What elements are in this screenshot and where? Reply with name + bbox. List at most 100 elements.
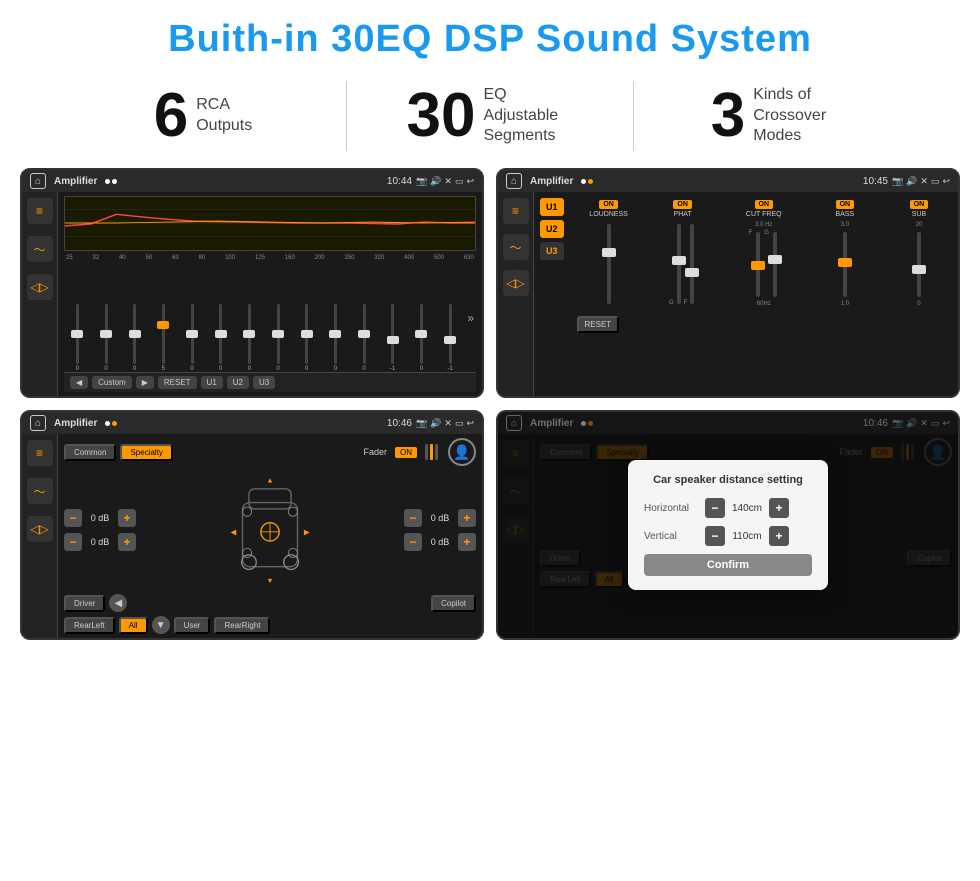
- stat-number-rca: 6: [154, 85, 188, 147]
- dialog-overlay: Car speaker distance setting Horizontal …: [498, 412, 958, 638]
- preset-u2[interactable]: U2: [540, 220, 564, 238]
- amp-dot2: [588, 179, 593, 184]
- fader-filter-btn[interactable]: ≡: [27, 440, 53, 466]
- preset-u1[interactable]: U1: [540, 198, 564, 216]
- down-nav[interactable]: ▼: [152, 616, 170, 634]
- slider-3: 0: [121, 304, 148, 372]
- amp-vol-btn[interactable]: ◁▷: [503, 270, 529, 296]
- eq-vol-btn[interactable]: ◁▷: [27, 274, 53, 300]
- db-minus-1[interactable]: −: [64, 509, 82, 527]
- amp-presets: U1 U2 U3: [534, 192, 570, 396]
- bass-on: ON: [836, 200, 855, 209]
- stat-text-eq: EQ AdjustableSegments: [483, 85, 573, 147]
- db-plus-4[interactable]: +: [458, 533, 476, 551]
- fader-bottom-2: RearLeft All ▼ User RearRight: [64, 616, 476, 634]
- dialog-box: Car speaker distance setting Horizontal …: [628, 460, 828, 590]
- db-minus-4[interactable]: −: [404, 533, 422, 551]
- db-plus-2[interactable]: +: [118, 533, 136, 551]
- vertical-stepper: − 110cm +: [705, 526, 789, 546]
- prev-btn[interactable]: ◀: [70, 376, 88, 389]
- horizontal-stepper: − 140cm +: [705, 498, 789, 518]
- db-minus-3[interactable]: −: [404, 509, 422, 527]
- fader-volume-icon: 🔊: [430, 418, 441, 429]
- db-val-4: 0 dB: [426, 537, 454, 547]
- slider-11: 0: [351, 304, 378, 372]
- amp-screen-title: Amplifier: [530, 176, 573, 187]
- fader-window-icon: ▭: [455, 418, 464, 429]
- amp-status-icons: 📷 🔊 ✕ ▭ ↩: [892, 176, 950, 187]
- dot2: [112, 179, 117, 184]
- eq-wave-btn[interactable]: 〜: [27, 236, 53, 262]
- eq-graph-svg: [65, 197, 475, 250]
- amp-main: ON LOUDNESS ON PHAT G: [570, 192, 958, 396]
- fader-close-icon: ✕: [444, 418, 452, 429]
- u3-btn[interactable]: U3: [253, 376, 275, 389]
- left-nav[interactable]: ◀: [109, 594, 127, 612]
- fader-content: − 0 dB + − 0 dB +: [64, 470, 476, 590]
- specialty-tab[interactable]: Specialty: [120, 444, 172, 461]
- phat-label: PHAT: [674, 211, 692, 218]
- amp-filter-btn[interactable]: ≡: [503, 198, 529, 224]
- slider-13: 0: [408, 304, 435, 372]
- amp-back-icon: ↩: [942, 176, 950, 187]
- vertical-minus[interactable]: −: [705, 526, 725, 546]
- svg-text:▶: ▶: [304, 528, 310, 537]
- db-plus-1[interactable]: +: [118, 509, 136, 527]
- home-icon[interactable]: [30, 173, 46, 189]
- fader-status-bar: Amplifier 10:46 📷 🔊 ✕ ▭ ↩: [22, 412, 482, 434]
- custom-btn[interactable]: Custom: [92, 376, 132, 389]
- fader-wave-btn[interactable]: 〜: [27, 478, 53, 504]
- horizontal-minus[interactable]: −: [705, 498, 725, 518]
- amp-status-bar: Amplifier 10:45 📷 🔊 ✕ ▭ ↩: [498, 170, 958, 192]
- amp-wave-btn[interactable]: 〜: [503, 234, 529, 260]
- horizontal-plus[interactable]: +: [769, 498, 789, 518]
- eq-status-bar: Amplifier 10:44 📷 🔊 ✕ ▭ ↩: [22, 170, 482, 192]
- amp-status-dots: [581, 179, 593, 184]
- preset-u3[interactable]: U3: [540, 242, 564, 260]
- eq-main: 25 32 40 50 63 80 100 125 160 200 250 32…: [58, 192, 482, 396]
- play-btn[interactable]: ▶: [136, 376, 154, 389]
- copilot-btn[interactable]: Copilot: [431, 595, 476, 612]
- db-val-1: 0 dB: [86, 513, 114, 523]
- amp-screen: Amplifier 10:45 📷 🔊 ✕ ▭ ↩ ≡ 〜 ◁▷ U1: [496, 168, 960, 398]
- dot1: [105, 179, 110, 184]
- user-btn[interactable]: User: [174, 617, 211, 634]
- eq-next-btn[interactable]: »: [465, 311, 476, 325]
- dialog-title: Car speaker distance setting: [644, 474, 812, 486]
- driver-btn[interactable]: Driver: [64, 595, 105, 612]
- freq-630: 630: [464, 255, 474, 261]
- rearright-btn[interactable]: RearRight: [214, 617, 270, 634]
- db-plus-3[interactable]: +: [458, 509, 476, 527]
- all-btn[interactable]: All: [119, 617, 148, 634]
- slider-2: 0: [93, 304, 120, 372]
- rearleft-btn[interactable]: RearLeft: [64, 617, 115, 634]
- close-icon: ✕: [444, 176, 452, 187]
- fader-main: Common Specialty Fader ON 👤: [58, 434, 482, 638]
- fader-home-icon[interactable]: [30, 415, 46, 431]
- amp-reset-btn[interactable]: RESET: [577, 316, 620, 333]
- reset-btn[interactable]: RESET: [158, 376, 197, 389]
- fader-time: 10:46: [387, 418, 412, 429]
- u1-btn[interactable]: U1: [201, 376, 223, 389]
- db-minus-2[interactable]: −: [64, 533, 82, 551]
- amp-body: ≡ 〜 ◁▷ U1 U2 U3 ON LOUDNESS: [498, 192, 958, 396]
- confirm-button[interactable]: Confirm: [644, 554, 812, 576]
- eq-time: 10:44: [387, 176, 412, 187]
- car-svg: ▲ ▼ ◀ ▶: [225, 475, 315, 585]
- eq-filter-btn[interactable]: ≡: [27, 198, 53, 224]
- amp-home-icon[interactable]: [506, 173, 522, 189]
- freq-80: 80: [199, 255, 206, 261]
- u2-btn[interactable]: U2: [227, 376, 249, 389]
- vertical-plus[interactable]: +: [769, 526, 789, 546]
- fader-vol-btn[interactable]: ◁▷: [27, 516, 53, 542]
- vertical-value: 110cm: [729, 531, 765, 542]
- svg-text:◀: ◀: [231, 528, 237, 537]
- freq-25: 25: [66, 255, 73, 261]
- freq-32: 32: [93, 255, 100, 261]
- stat-text-rca: RCAOutputs: [196, 95, 252, 137]
- common-tab[interactable]: Common: [64, 444, 116, 461]
- eq-bottom-bar: ◀ Custom ▶ RESET U1 U2 U3: [64, 372, 476, 392]
- sub-label: SUB: [912, 211, 926, 218]
- amp-dot1: [581, 179, 586, 184]
- freq-320: 320: [374, 255, 384, 261]
